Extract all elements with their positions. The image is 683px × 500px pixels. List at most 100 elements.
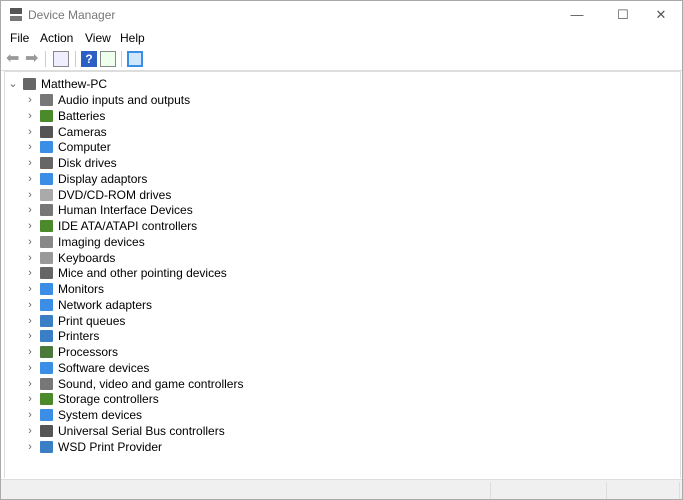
- tree-item-label: Keyboards: [58, 250, 116, 265]
- menu-action[interactable]: Action: [40, 31, 73, 45]
- chevron-down-icon[interactable]: ⌄: [8, 77, 18, 91]
- toolbar-separator: [121, 51, 122, 67]
- tree-item-label: System devices: [58, 408, 143, 422]
- properties-icon[interactable]: [53, 51, 69, 67]
- chevron-right-icon[interactable]: ›: [25, 156, 35, 170]
- tree-item[interactable]: › WSD Print Provider: [5, 439, 305, 455]
- chevron-right-icon[interactable]: ›: [25, 440, 35, 454]
- tree-item[interactable]: › Audio inputs and outputs: [5, 92, 305, 108]
- tree-item[interactable]: › Storage controllers: [5, 391, 305, 407]
- tree-item[interactable]: › DVD/CD-ROM drives: [5, 187, 305, 203]
- status-bar: [1, 479, 682, 499]
- menu-help[interactable]: Help: [120, 31, 145, 45]
- tree-item-label: Disk drives: [58, 156, 117, 170]
- device-category-icon: [40, 125, 53, 138]
- tree-item[interactable]: › Imaging devices: [5, 234, 305, 250]
- tree-item[interactable]: › Human Interface Devices: [5, 202, 305, 218]
- help-icon[interactable]: ?: [81, 51, 97, 67]
- chevron-right-icon[interactable]: ›: [25, 125, 35, 139]
- chevron-right-icon[interactable]: ›: [25, 266, 35, 280]
- tree-item[interactable]: › IDE ATA/ATAPI controllers: [5, 218, 305, 234]
- device-category-icon: [40, 220, 53, 232]
- scan-hardware-icon[interactable]: [127, 51, 143, 67]
- tree-item[interactable]: › Mice and other pointing devices: [5, 265, 305, 281]
- chevron-right-icon[interactable]: ›: [25, 203, 35, 217]
- device-manager-icon: [10, 8, 22, 21]
- tree-item-label: Processors: [58, 345, 119, 359]
- chevron-right-icon[interactable]: ›: [25, 219, 35, 233]
- chevron-right-icon[interactable]: ›: [25, 392, 35, 406]
- tree-item[interactable]: › Print queues: [5, 313, 305, 329]
- tree-root[interactable]: ⌄ Matthew-PC: [5, 76, 305, 92]
- update-driver-icon[interactable]: [100, 51, 116, 67]
- device-category-icon: [40, 204, 53, 217]
- forward-icon[interactable]: ➡: [25, 51, 41, 67]
- tree-item[interactable]: › Batteries: [5, 108, 305, 124]
- root-label: Matthew-PC: [41, 77, 108, 91]
- chevron-right-icon[interactable]: ›: [25, 329, 35, 343]
- tree-item[interactable]: › Display adaptors: [5, 171, 305, 187]
- chevron-right-icon[interactable]: ›: [25, 188, 35, 202]
- back-icon[interactable]: ⬅: [6, 51, 22, 67]
- chevron-right-icon[interactable]: ›: [25, 314, 35, 328]
- minimize-button[interactable]: —: [554, 1, 600, 29]
- menu-view[interactable]: View: [85, 31, 111, 45]
- device-category-icon: [40, 330, 53, 343]
- device-tree[interactable]: ⌄ Matthew-PC › Audio inputs and outputs ›…: [4, 71, 681, 478]
- device-category-icon: [40, 424, 53, 437]
- chevron-right-icon[interactable]: ›: [25, 377, 35, 391]
- device-category-icon: [40, 314, 53, 327]
- chevron-right-icon[interactable]: ›: [25, 298, 35, 312]
- tree-item[interactable]: › Network adapters: [5, 297, 305, 313]
- tree-item[interactable]: › Computer: [5, 139, 305, 155]
- menu-file[interactable]: File: [10, 31, 29, 45]
- tree-item[interactable]: › Monitors: [5, 281, 305, 297]
- device-category-icon: [40, 298, 53, 311]
- tree-item-label: Mice and other pointing devices: [58, 266, 227, 281]
- tree-item-label: Cameras: [58, 124, 107, 139]
- chevron-right-icon[interactable]: ›: [25, 361, 35, 375]
- tree-item-label: Printers: [58, 329, 100, 344]
- toolbar-separator: [75, 51, 76, 67]
- chevron-right-icon[interactable]: ›: [25, 93, 35, 107]
- tree-item[interactable]: › Sound, video and game controllers: [5, 376, 305, 392]
- tree-item[interactable]: › System devices: [5, 407, 305, 423]
- tree-item-label: Human Interface Devices: [58, 203, 193, 218]
- toolbar: ⬅ ➡ ?: [1, 47, 682, 71]
- computer-icon: [23, 78, 36, 90]
- tree-item[interactable]: › Software devices: [5, 360, 305, 376]
- tree-item-label: Batteries: [58, 108, 106, 123]
- device-category-icon: [40, 172, 53, 185]
- tree-item-label: Network adapters: [58, 297, 153, 312]
- chevron-right-icon[interactable]: ›: [25, 109, 35, 123]
- menu-bar: File Action View Help: [1, 29, 682, 47]
- tree-item[interactable]: › Cameras: [5, 124, 305, 140]
- chevron-right-icon[interactable]: ›: [25, 408, 35, 422]
- status-cell: [490, 482, 491, 499]
- chevron-right-icon[interactable]: ›: [25, 424, 35, 438]
- tree-item-label: Computer: [58, 140, 111, 155]
- chevron-right-icon[interactable]: ›: [25, 172, 35, 186]
- status-cell: [606, 482, 607, 499]
- chevron-right-icon[interactable]: ›: [25, 251, 35, 265]
- device-category-icon: [40, 440, 53, 453]
- status-cell: [679, 482, 680, 499]
- tree-item-label: Sound, video and game controllers: [58, 376, 244, 391]
- device-category-icon: [40, 393, 53, 406]
- close-button[interactable]: ✕: [638, 1, 683, 29]
- chevron-right-icon[interactable]: ›: [25, 140, 35, 154]
- toolbar-separator: [45, 51, 46, 67]
- device-category-icon: [40, 346, 53, 358]
- device-category-icon: [40, 94, 53, 106]
- chevron-right-icon[interactable]: ›: [25, 235, 35, 249]
- device-category-icon: [40, 361, 53, 374]
- tree-item[interactable]: › Universal Serial Bus controllers: [5, 423, 305, 439]
- tree-item-label: Display adaptors: [58, 171, 148, 186]
- device-category-icon: [40, 251, 53, 264]
- chevron-right-icon[interactable]: ›: [25, 345, 35, 359]
- tree-item[interactable]: › Disk drives: [5, 155, 305, 171]
- tree-item[interactable]: › Processors: [5, 344, 305, 360]
- tree-item[interactable]: › Printers: [5, 328, 305, 344]
- chevron-right-icon[interactable]: ›: [25, 282, 35, 296]
- tree-item[interactable]: › Keyboards: [5, 250, 305, 266]
